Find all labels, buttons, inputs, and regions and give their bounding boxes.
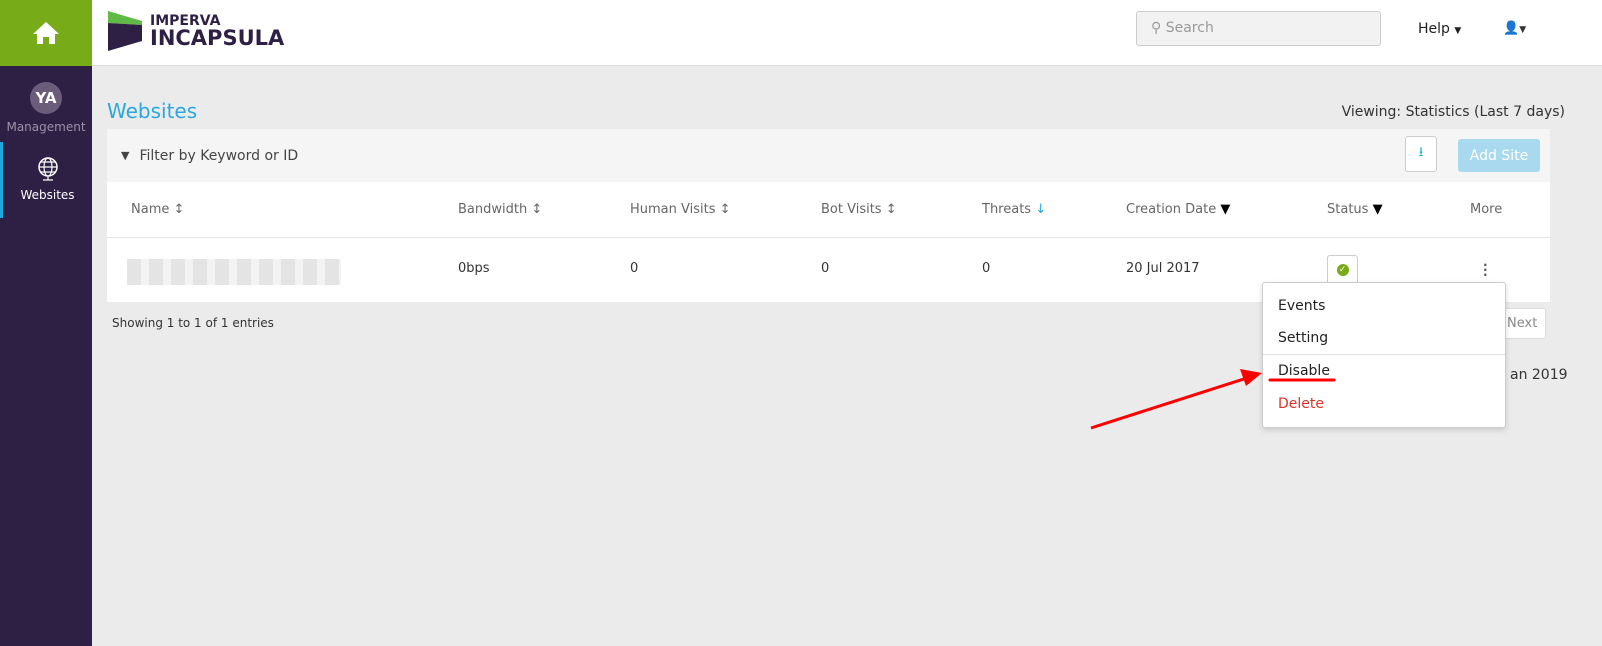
- annotation-arrow: [1090, 369, 1336, 430]
